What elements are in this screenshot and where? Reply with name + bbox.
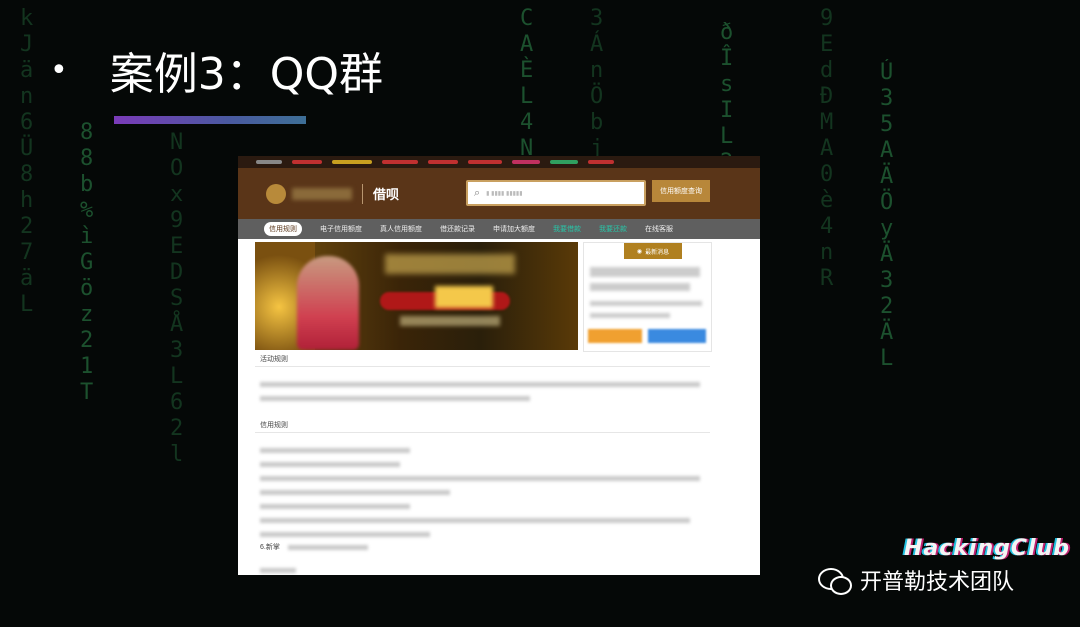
- brand-name: 借呗: [373, 188, 400, 203]
- embedded-screenshot: 借呗 ⌕ ▮ ▮▮▮▮ ▮▮▮▮▮ 信用额度查询 信用规则 电子信用额度 真人信…: [238, 156, 760, 575]
- news-icon: ◉: [636, 248, 643, 255]
- matrix-column: Ú 3 5 A Ä Ö y Ä 3 2 Ä L: [880, 60, 894, 371]
- search-icon: ⌕: [474, 186, 481, 199]
- news-action-button[interactable]: [648, 329, 706, 343]
- credit-item-6: 6.新掌: [260, 544, 280, 551]
- news-line: [590, 283, 690, 291]
- nav-item-repay[interactable]: 我要还款: [599, 224, 627, 234]
- blurred-text: [260, 490, 450, 495]
- banner-amount-blurred: [435, 286, 493, 308]
- blurred-text: [260, 504, 410, 509]
- blurred-text: [260, 476, 700, 481]
- news-line: [590, 267, 700, 277]
- site-logo[interactable]: [266, 183, 286, 204]
- top-strip: [238, 156, 760, 168]
- nav-item-credit-rules[interactable]: 信用规则: [264, 222, 302, 236]
- slide-title-text: 案例3：QQ群: [109, 49, 383, 100]
- site-logo-text: [292, 187, 352, 200]
- blurred-text: [260, 382, 700, 387]
- matrix-column: N O x 9 E D S Å 3 L 6 2 l: [170, 130, 184, 467]
- nav-item-support[interactable]: 在线客服: [645, 224, 673, 234]
- nav-item-e-credit[interactable]: 电子信用额度: [320, 224, 362, 234]
- banner-headline-blurred: [385, 254, 515, 274]
- promo-banner[interactable]: [255, 242, 578, 350]
- credit-query-button[interactable]: 信用额度查询: [652, 180, 710, 202]
- search-input[interactable]: ⌕ ▮ ▮▮▮▮ ▮▮▮▮▮: [466, 180, 646, 206]
- wechat-icon: [818, 566, 852, 595]
- matrix-column: 1 k J ä n 6 Ü 8 h 2 7 ä L: [20, 0, 34, 317]
- nav-item-records[interactable]: 借还款记录: [440, 224, 475, 234]
- news-tag: ◉ 最新消息: [624, 243, 682, 259]
- blurred-text: [260, 448, 410, 453]
- banner-subtext-blurred: [400, 316, 500, 326]
- nav-item-increase[interactable]: 申请加大额度: [493, 224, 535, 234]
- news-action-button[interactable]: [588, 329, 642, 343]
- blurred-text: [260, 396, 530, 401]
- divider: [255, 432, 710, 433]
- news-tag-label: 最新消息: [645, 249, 670, 256]
- blurred-text: [288, 545, 368, 550]
- bullet-point: •: [50, 52, 68, 88]
- slide-title: • 案例3：QQ群: [50, 38, 383, 102]
- site-header: 借呗 ⌕ ▮ ▮▮▮▮ ▮▮▮▮▮ 信用额度查询: [238, 168, 760, 219]
- news-line: [590, 301, 702, 306]
- nav-item-real-credit[interactable]: 真人信用额度: [380, 224, 422, 234]
- wechat-watermark: 开普勒技术团队: [818, 564, 1014, 596]
- blurred-text: [260, 532, 430, 537]
- nav-item-borrow[interactable]: 我要借款: [553, 224, 581, 234]
- divider: [255, 366, 710, 367]
- title-underline: [114, 116, 306, 124]
- section-credit-title: 信用规则: [260, 422, 288, 429]
- blurred-text: [260, 568, 296, 573]
- news-panel: ◉ 最新消息: [583, 242, 712, 352]
- banner-model-image: [297, 256, 359, 350]
- main-nav: 信用规则 电子信用额度 真人信用额度 借还款记录 申请加大额度 我要借款 我要还…: [238, 219, 760, 239]
- section-activity-title: 活动规则: [260, 356, 288, 363]
- blurred-text: [260, 518, 690, 523]
- matrix-column: Ó 9 E d Ð M A 0 è 4 n R: [820, 0, 834, 291]
- hackingclub-logo: HackingClub: [904, 536, 1070, 561]
- search-placeholder: ▮ ▮▮▮▮ ▮▮▮▮▮: [486, 190, 523, 197]
- matrix-column: 8 8 b % ì G ö z 2 1 T: [80, 120, 94, 405]
- news-line: [590, 313, 670, 318]
- watermark-text: 开普勒技术团队: [860, 570, 1015, 595]
- header-divider: [362, 183, 363, 204]
- blurred-text: [260, 462, 400, 467]
